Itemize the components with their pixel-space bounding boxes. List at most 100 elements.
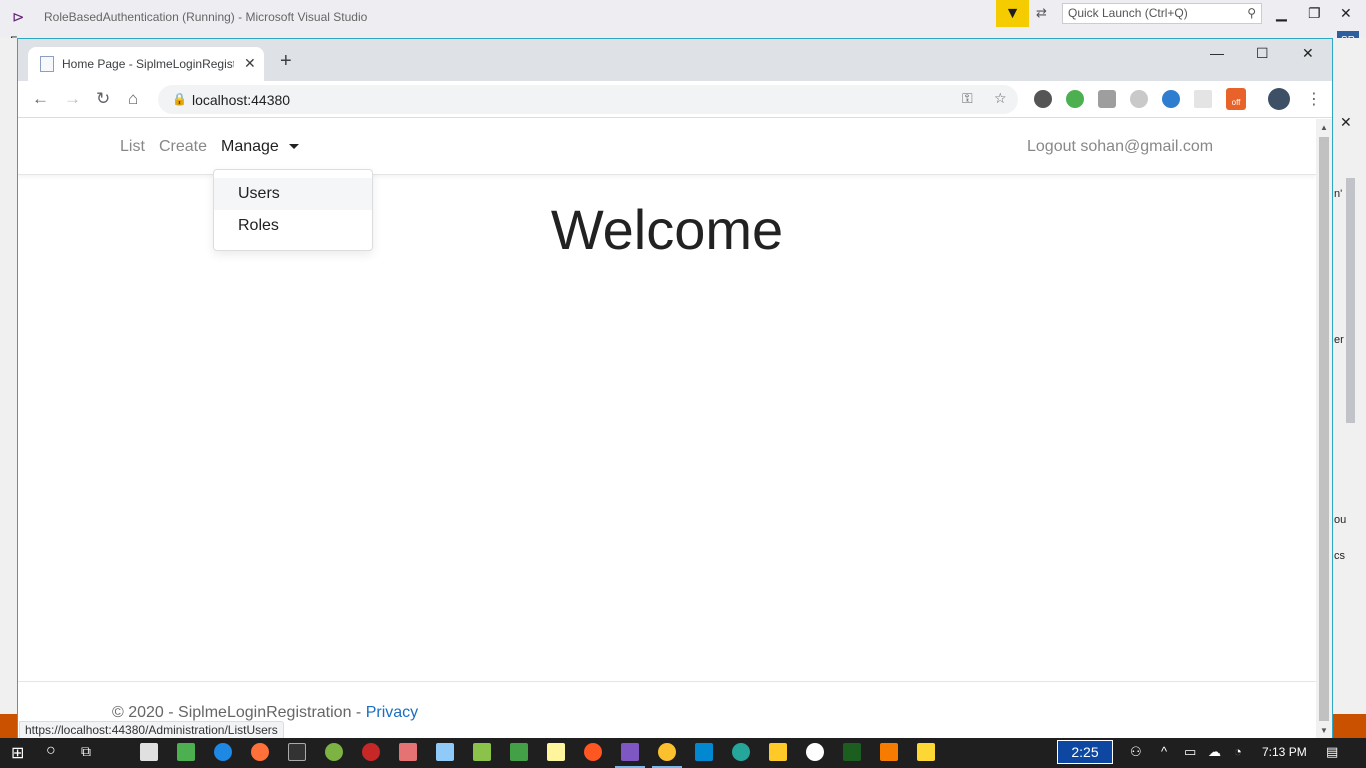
- firefox-icon[interactable]: [251, 743, 269, 761]
- nav-manage-label: Manage: [221, 138, 279, 155]
- windows-start-icon[interactable]: ⊞: [11, 743, 24, 763]
- page-scrollbar[interactable]: ▲ ▼: [1316, 119, 1332, 739]
- camera-icon[interactable]: [1098, 90, 1116, 108]
- task-view-icon[interactable]: ⧉: [81, 743, 91, 760]
- nav-logout-link[interactable]: Logout sohan@gmail.com: [1027, 138, 1213, 156]
- app-green-icon[interactable]: [510, 743, 528, 761]
- maximize-button[interactable]: ☐: [1256, 45, 1269, 62]
- link-status-bar: https://localhost:44380/Administration/L…: [19, 721, 284, 739]
- utorrent-icon[interactable]: [325, 743, 343, 761]
- globe-icon[interactable]: [1162, 90, 1180, 108]
- bookmark-star-icon[interactable]: ☆: [994, 90, 1007, 107]
- notes-icon[interactable]: [547, 743, 565, 761]
- vs-restore-button[interactable]: ❐: [1308, 5, 1321, 22]
- dropdown-item-users[interactable]: Users: [214, 178, 372, 210]
- filter-icon[interactable]: ▼: [996, 0, 1029, 27]
- vs-title-bar: ⊳ RoleBasedAuthentication (Running) - Mi…: [0, 0, 1366, 48]
- tab-title: Home Page - SiplmeLoginRegistr: [62, 57, 234, 71]
- system-clock[interactable]: 7:13 PM: [1262, 745, 1307, 759]
- quick-launch-input[interactable]: Quick Launch (Ctrl+Q) ⚲: [1062, 3, 1262, 24]
- manage-dropdown-menu: Users Roles: [213, 169, 373, 251]
- home-button[interactable]: ⌂: [128, 89, 138, 109]
- app-orange-icon[interactable]: [584, 743, 602, 761]
- scroll-up-icon[interactable]: ▲: [1320, 123, 1328, 132]
- cloud-icon[interactable]: ☁: [1208, 744, 1221, 760]
- app-yellow-icon[interactable]: [769, 743, 787, 761]
- nav-manage-dropdown[interactable]: Manage: [221, 138, 299, 156]
- app-pink-icon[interactable]: [399, 743, 417, 761]
- vs-window-title: RoleBasedAuthentication (Running) - Micr…: [44, 10, 368, 24]
- app-red-icon[interactable]: [362, 743, 380, 761]
- forward-button[interactable]: →: [64, 89, 81, 109]
- new-tab-button[interactable]: +: [280, 50, 292, 73]
- notification-icon[interactable]: ▤: [1326, 744, 1338, 760]
- box-icon[interactable]: [436, 743, 454, 761]
- nav-create-link[interactable]: Create: [159, 138, 207, 156]
- visual-studio-taskbar-icon[interactable]: [621, 743, 639, 761]
- caret-down-icon: [288, 144, 299, 150]
- search-circle-icon[interactable]: ○: [46, 742, 56, 760]
- footer-copyright: © 2020 - SiplmeLoginRegistration -: [112, 704, 366, 721]
- address-bar[interactable]: 🔒 localhost:44380 ⚿ ☆: [158, 85, 1018, 114]
- vs-minimize-button[interactable]: ▁: [1276, 5, 1287, 22]
- tab-close-icon[interactable]: ✕: [244, 55, 256, 72]
- calculator-icon[interactable]: [140, 743, 158, 761]
- scroll-down-icon[interactable]: ▼: [1320, 726, 1328, 735]
- windows-taskbar: ⊞ ○ ⧉ 2:25 ⚇ ^ ▭ ☁ ◔ 7:13 PM ▤: [0, 738, 1366, 768]
- privacy-link[interactable]: Privacy: [366, 704, 418, 721]
- android-studio-icon[interactable]: [473, 743, 491, 761]
- extension-off-badge[interactable]: off: [1226, 88, 1246, 110]
- search-icon: ⚲: [1247, 6, 1256, 20]
- shield-icon[interactable]: [1066, 90, 1084, 108]
- people-icon[interactable]: ⚇: [1130, 744, 1142, 760]
- back-button[interactable]: ←: [32, 89, 49, 109]
- cmd-icon[interactable]: [288, 743, 306, 761]
- more-menu-icon[interactable]: ⋮: [1306, 89, 1322, 109]
- quick-launch-placeholder: Quick Launch (Ctrl+Q): [1068, 6, 1188, 20]
- edge-icon[interactable]: [214, 743, 232, 761]
- browser-tab[interactable]: Home Page - SiplmeLoginRegistr ✕: [28, 47, 264, 81]
- feedback-icon[interactable]: ⇄: [1036, 5, 1054, 23]
- vs-right-snip-text: n': [1334, 188, 1343, 200]
- vs-status-bar-right: [1332, 714, 1366, 738]
- chevron-up-icon[interactable]: ^: [1161, 744, 1167, 759]
- vs-scrollbar-thumb[interactable]: [1346, 178, 1355, 423]
- scroll-thumb[interactable]: [1319, 137, 1329, 721]
- close-button[interactable]: ✕: [1302, 45, 1314, 62]
- vs-left-panel: [0, 38, 17, 738]
- chrome-icon[interactable]: [658, 743, 676, 761]
- file-explorer-icon[interactable]: [917, 743, 935, 761]
- reload-button[interactable]: ↻: [96, 89, 110, 109]
- extension-icon-4[interactable]: [1130, 90, 1148, 108]
- vs-status-bar-left: [0, 714, 17, 738]
- excel-icon[interactable]: [843, 743, 861, 761]
- profile-avatar[interactable]: [1268, 88, 1290, 110]
- xampp-icon[interactable]: [880, 743, 898, 761]
- extension-icon-1[interactable]: [1034, 90, 1052, 108]
- vs-close-button[interactable]: ✕: [1340, 5, 1352, 22]
- vs-right-snip-text: cs: [1334, 550, 1345, 562]
- store-icon[interactable]: [177, 743, 195, 761]
- url-text: localhost:44380: [192, 92, 291, 108]
- extension-icon-6[interactable]: [1194, 90, 1212, 108]
- wifi-icon[interactable]: ◔: [1234, 744, 1242, 759]
- battery-icon[interactable]: ▭: [1184, 744, 1196, 760]
- page-favicon-icon: [40, 56, 54, 72]
- page-viewport: List Create Manage Logout sohan@gmail.co…: [18, 119, 1316, 739]
- dropdown-item-roles[interactable]: Roles: [214, 210, 372, 242]
- vs-right-snip-text: ou: [1334, 514, 1347, 526]
- mongodb-icon[interactable]: [806, 743, 824, 761]
- app-teal-icon[interactable]: [732, 743, 750, 761]
- browser-window: Home Page - SiplmeLoginRegistr ✕ + — ☐ ✕…: [17, 38, 1333, 739]
- visual-studio-icon: ⊳: [12, 9, 25, 26]
- site-navbar: List Create Manage Logout sohan@gmail.co…: [18, 119, 1316, 175]
- vscode-icon[interactable]: [695, 743, 713, 761]
- vs-right-snip-text: er: [1334, 334, 1344, 346]
- vs-panel-close-icon[interactable]: ✕: [1340, 114, 1352, 131]
- lock-icon[interactable]: 🔒: [172, 92, 187, 106]
- timer-box[interactable]: 2:25: [1057, 740, 1113, 764]
- key-icon[interactable]: ⚿: [962, 90, 973, 107]
- nav-list-link[interactable]: List: [120, 138, 145, 156]
- minimize-button[interactable]: —: [1210, 45, 1224, 61]
- browser-toolbar: ← → ↻ ⌂ 🔒 localhost:44380 ⚿ ☆ off ⋮: [18, 81, 1332, 118]
